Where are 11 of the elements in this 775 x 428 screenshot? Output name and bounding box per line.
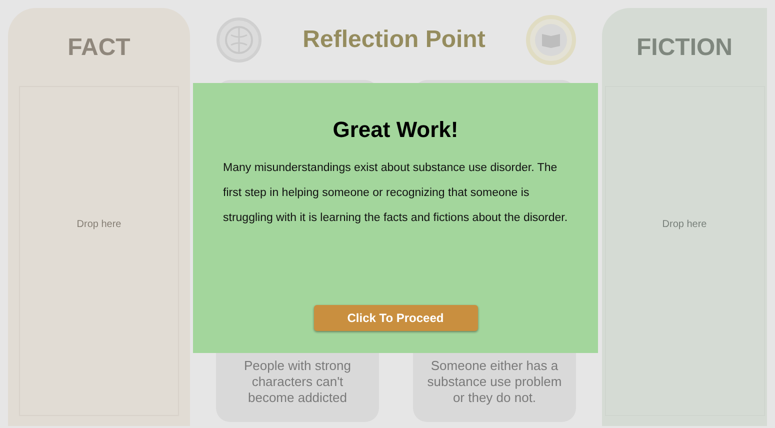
panel-title: FACT [68,33,130,63]
drop-hint: Drop here [662,218,707,232]
proceed-button[interactable]: Click To Proceed [314,305,478,331]
drop-hint: Drop here [76,218,122,232]
page-title: Reflection Point [302,25,486,55]
panel-title: FICTION [636,33,732,63]
book-icon [526,15,576,65]
dialog-message: Many misunderstandings exist about substance use disorder. The first step in helping someone or recognizing that someone is struggling with it is learning the facts and fictions about the disorder. [223,161,568,226]
statement-text: People with strong characters can't become addicted [243,358,352,406]
dialog-title: Great Work! [332,116,458,144]
statement-text: Someone either has a substance use problem or they do not. [427,358,562,406]
